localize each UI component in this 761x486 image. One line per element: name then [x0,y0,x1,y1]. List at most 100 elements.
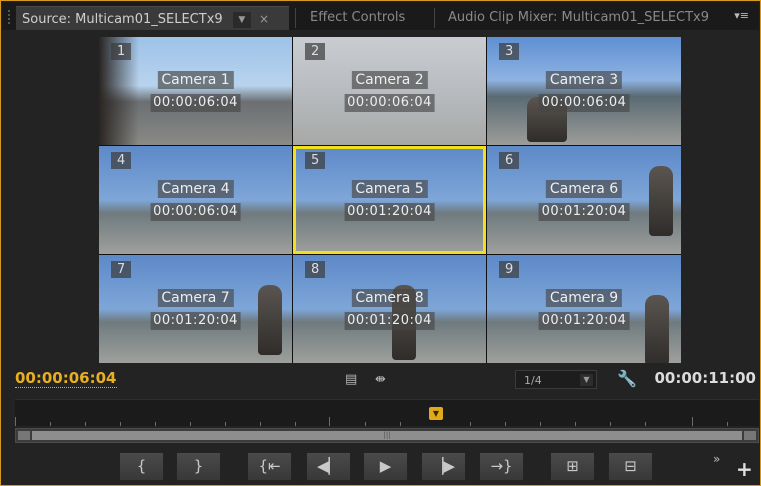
film-strip-icon[interactable]: ▤ [345,372,357,387]
ruler-tick [329,417,330,426]
camera-timecode: 00:01:20:04 [344,312,435,330]
scrollbar-right-handle[interactable] [744,431,756,440]
camera-timecode: 00:01:20:04 [538,203,630,221]
step-back-button[interactable]: ◀▏ [306,452,351,481]
ruler-tick [155,422,156,426]
overwrite-button[interactable]: ⊟ [608,452,653,481]
ruler-tick [365,422,366,426]
camera-number: 2 [305,43,326,60]
camera-number: 4 [111,152,132,169]
camera-cell-5[interactable]: 5 Camera 5 00:01:20:04 [293,146,486,254]
more-controls-icon[interactable]: » [713,452,720,466]
mark-out-button[interactable]: } [176,452,221,481]
tab-effect-controls[interactable]: Effect Controls [304,6,411,30]
panel-tab-bar: Source: Multicam01_SELECTx9 ▼ × Effect C… [2,2,759,30]
step-forward-button[interactable]: ▕▶ [421,452,466,481]
camera-number: 1 [111,43,132,60]
camera-timecode: 00:00:06:04 [538,94,630,112]
step-forward-icon: ▕▶ [431,457,456,475]
camera-image [645,295,669,363]
camera-cell-2[interactable]: 2 Camera 2 00:00:06:04 [293,37,486,145]
add-button-icon[interactable]: + [736,457,753,481]
time-ruler[interactable]: ▼ [15,399,759,426]
ruler-tick [470,422,471,426]
zoom-value: 1/4 [524,374,542,387]
ruler-tick [575,422,576,426]
ruler-tick [727,422,728,426]
camera-timecode: 00:00:06:04 [150,94,241,112]
tab-source[interactable]: Source: Multicam01_SELECTx9 ▼ × [16,6,289,30]
tab-source-label: Source: Multicam01_SELECTx9 [22,12,223,27]
close-icon[interactable]: × [259,7,269,31]
panel-grip-handle[interactable] [8,10,13,24]
tab-audio-clip-mixer-label: Audio Clip Mixer: Multicam01_SELECTx9 [448,10,710,25]
camera-cell-8[interactable]: 8 Camera 8 00:01:20:04 [293,255,486,363]
overwrite-icon: ⊟ [624,457,637,475]
scrollbar-left-handle[interactable] [18,431,30,440]
camera-timecode: 00:01:20:04 [344,203,435,221]
playhead[interactable]: ▼ [429,407,443,420]
camera-timecode: 00:00:06:04 [344,94,435,112]
ruler-tick [540,422,541,426]
go-to-out-icon: →} [490,457,513,475]
camera-name: Camera 7 [157,289,234,307]
zoom-select[interactable]: 1/4 ▼ [515,370,597,389]
camera-number: 5 [305,152,326,169]
ruler-tick [610,422,611,426]
tab-effect-controls-label: Effect Controls [310,10,406,25]
ruler-tick [692,417,693,426]
camera-name: Camera 6 [545,180,623,198]
multicam-grid: 1 Camera 1 00:00:06:04 2 Camera 2 00:00:… [99,37,681,363]
zoom-scrollbar[interactable]: ||| [15,428,759,443]
play-button[interactable]: ▶ [363,452,408,481]
camera-cell-7[interactable]: 7 Camera 7 00:01:20:04 [99,255,292,363]
ruler-tick [85,422,86,426]
go-to-out-button[interactable]: →} [479,452,524,481]
go-to-in-icon: {⇤ [258,457,281,475]
ruler-tick [190,422,191,426]
mark-out-icon: } [193,457,204,475]
camera-timecode: 00:01:20:04 [538,312,630,330]
insert-button[interactable]: ⊞ [550,452,595,481]
ruler-tick [505,422,506,426]
camera-number: 7 [111,261,132,278]
duration-timecode: 00:00:11:00 [654,369,757,387]
insert-icon: ⊞ [566,457,579,475]
camera-number: 3 [499,43,520,60]
chevron-down-icon[interactable]: ▼ [232,11,251,28]
drag-audio-icon[interactable]: ⇼ [375,372,386,387]
go-to-in-button[interactable]: {⇤ [247,452,292,481]
camera-name: Camera 8 [351,289,428,307]
current-timecode[interactable]: 00:00:06:04 [15,369,117,388]
camera-name: Camera 1 [157,71,234,89]
source-monitor-panel: Source: Multicam01_SELECTx9 ▼ × Effect C… [0,0,761,486]
mark-in-button[interactable]: { [119,452,164,481]
ruler-tick [50,422,51,426]
camera-timecode: 00:00:06:04 [150,203,241,221]
wrench-icon[interactable]: 🔧 [617,369,637,388]
camera-name: Camera 5 [351,180,428,198]
camera-timecode: 00:01:20:04 [150,312,241,330]
panel-menu-icon[interactable]: ▾≡ [734,9,749,22]
camera-cell-4[interactable]: 4 Camera 4 00:00:06:04 [99,146,292,254]
tab-audio-clip-mixer[interactable]: Audio Clip Mixer: Multicam01_SELECTx9 [442,6,715,30]
camera-image [649,166,673,236]
ruler-tick [225,422,226,426]
camera-cell-3[interactable]: 3 Camera 3 00:00:06:04 [487,37,681,145]
camera-cell-6[interactable]: 6 Camera 6 00:01:20:04 [487,146,681,254]
camera-name: Camera 9 [545,289,623,307]
play-icon: ▶ [379,457,392,475]
camera-image [258,285,282,355]
ruler-tick [295,422,296,426]
camera-number: 6 [499,152,520,169]
camera-cell-1[interactable]: 1 Camera 1 00:00:06:04 [99,37,292,145]
tab-divider [434,8,435,28]
chevron-down-icon: ▼ [580,374,593,386]
camera-number: 9 [499,261,520,278]
camera-cell-9[interactable]: 9 Camera 9 00:01:20:04 [487,255,681,363]
ruler-tick [645,422,646,426]
ruler-tick [15,417,16,426]
scrollbar-grip-icon: ||| [383,431,391,439]
ruler-tick [120,422,121,426]
step-back-icon: ◀▏ [316,457,341,475]
